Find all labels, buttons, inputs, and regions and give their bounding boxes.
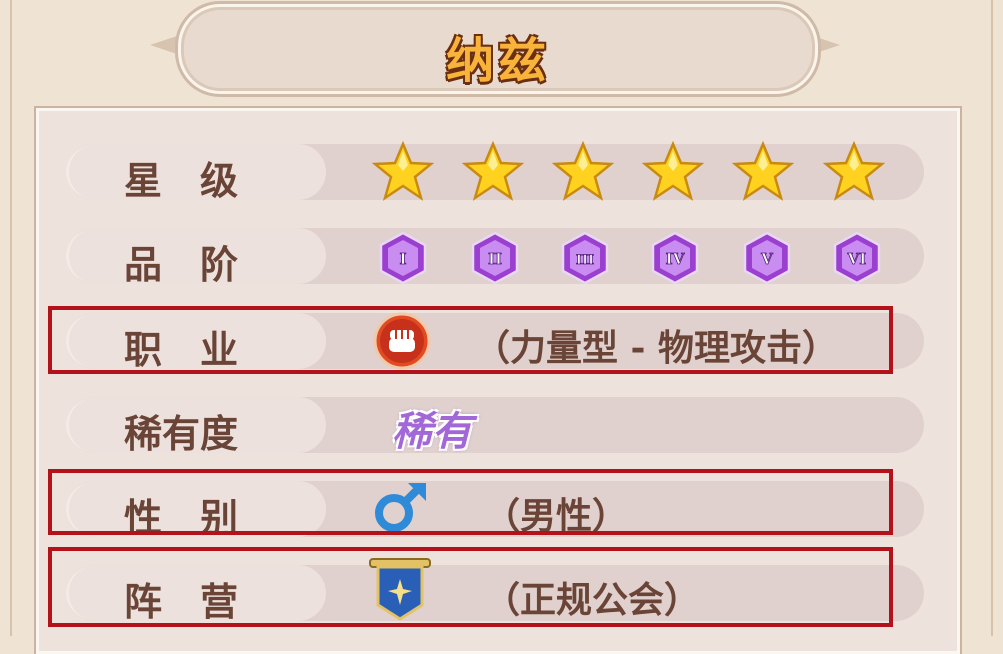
label-star-level: 星 级	[124, 158, 239, 203]
highlight-gender-row	[48, 469, 893, 535]
star-icon	[732, 141, 794, 201]
swirl-ornament	[66, 146, 121, 198]
tier-gem-label: VI	[847, 250, 867, 268]
hero-name: 纳兹	[445, 33, 550, 89]
tier-gem-label: I	[399, 250, 406, 268]
star-icon	[823, 141, 885, 201]
tier-gem-icon: II	[471, 231, 519, 285]
row-star-level: 星 级	[66, 141, 924, 203]
tier-gem-label: III	[576, 253, 594, 268]
tier-gem-icon: VI	[833, 231, 881, 285]
tier-gem-icon: I	[379, 231, 427, 285]
swirl-ornament	[66, 230, 121, 282]
title-plaque: 纳兹	[178, 4, 818, 94]
tier-gem-label: II	[488, 250, 502, 268]
swirl-ornament	[66, 399, 121, 451]
label-rarity: 稀有度	[124, 411, 239, 456]
rarity-value: 稀有	[392, 408, 472, 455]
highlight-faction-row	[48, 547, 893, 627]
frame-right-border	[991, 0, 993, 636]
highlight-class-row	[48, 306, 893, 374]
tier-gem-icon: III	[561, 231, 609, 285]
row-tier: 品 阶 I II III IV V VI	[66, 228, 924, 287]
title-banner: 纳兹	[150, 0, 840, 96]
tier-gem-icon: IV	[651, 231, 699, 285]
frame-left-border	[10, 0, 12, 636]
row-rarity: 稀有度 稀有	[66, 397, 924, 456]
label-tier: 品 阶	[124, 242, 239, 287]
star-icon	[552, 141, 614, 201]
tier-gem-label: V	[760, 250, 773, 268]
star-icon	[372, 141, 434, 201]
tier-gem-icon: V	[743, 231, 791, 285]
star-icon	[642, 141, 704, 201]
title-arrow-left	[150, 35, 180, 55]
tier-gem-label: IV	[666, 250, 685, 268]
star-icon	[462, 141, 524, 201]
